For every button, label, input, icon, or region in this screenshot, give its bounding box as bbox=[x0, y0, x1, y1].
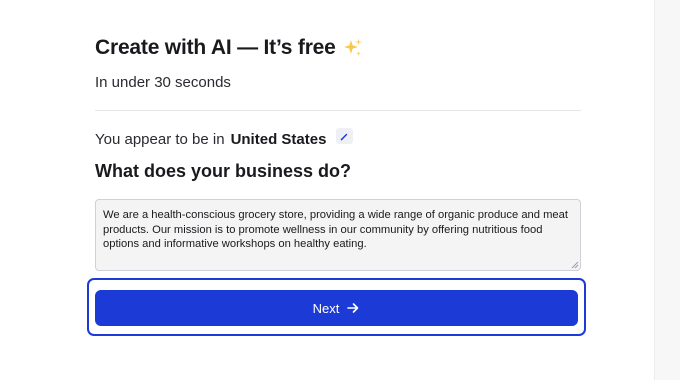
business-description-textarea[interactable]: We are a health-conscious grocery store,… bbox=[95, 199, 581, 271]
page-title: Create with AI — It’s free bbox=[95, 34, 581, 62]
location-prefix: You appear to be in bbox=[95, 130, 225, 148]
page-subtitle: In under 30 seconds bbox=[95, 74, 231, 91]
arrow-right-icon bbox=[346, 301, 360, 315]
location-country: United States bbox=[230, 130, 327, 148]
right-gutter bbox=[654, 0, 680, 380]
business-question: What does your business do? bbox=[95, 161, 352, 181]
location-row: You appear to be in United States bbox=[95, 128, 581, 150]
sparkle-icon bbox=[342, 37, 364, 59]
edit-location-button[interactable] bbox=[336, 128, 354, 144]
next-button-focus-ring: Next bbox=[87, 278, 586, 336]
next-button[interactable]: Next bbox=[95, 290, 578, 326]
resize-handle-icon[interactable] bbox=[571, 261, 579, 269]
page-title-text: Create with AI — It’s free bbox=[95, 36, 336, 59]
business-description-wrapper: We are a health-conscious grocery store,… bbox=[95, 199, 581, 271]
next-button-label: Next bbox=[312, 300, 340, 316]
pencil-icon bbox=[341, 133, 348, 140]
section-divider bbox=[95, 110, 581, 111]
create-with-ai-form: Create with AI — It’s free In under 30 s… bbox=[95, 34, 581, 271]
